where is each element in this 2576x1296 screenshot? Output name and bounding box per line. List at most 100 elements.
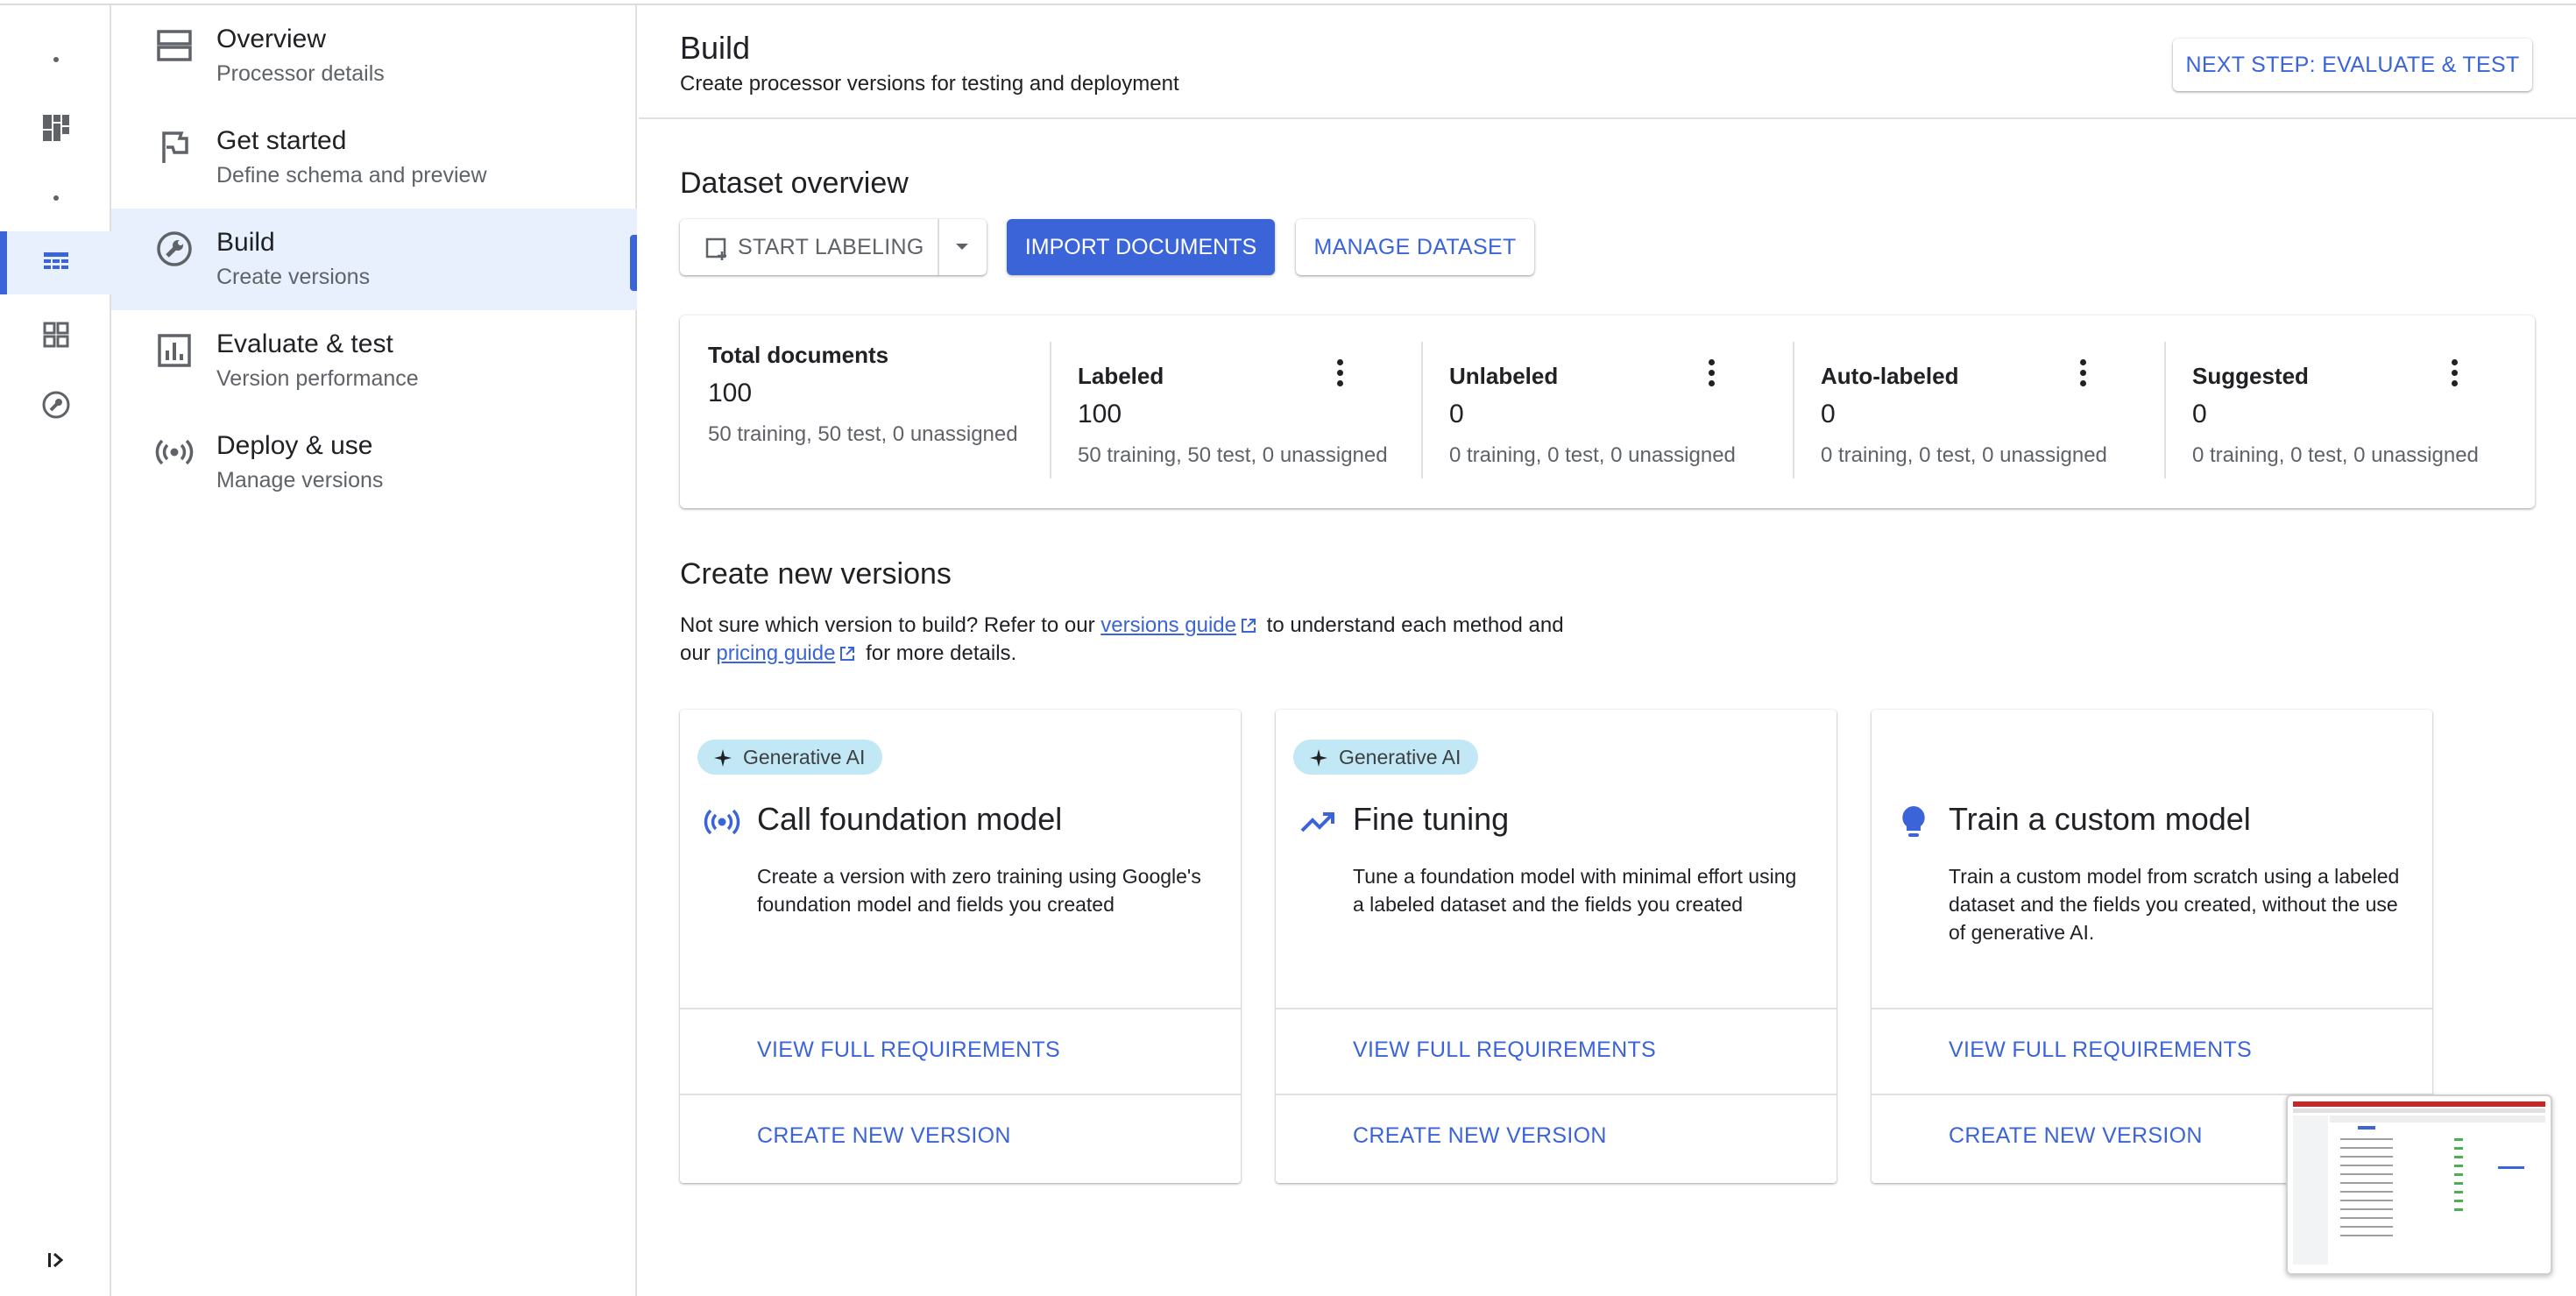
pricing-guide-link[interactable]: pricing guide xyxy=(716,641,835,665)
view-requirements-link[interactable]: VIEW FULL REQUIREMENTS xyxy=(1353,1038,1656,1063)
manage-dataset-button[interactable]: MANAGE DATASET xyxy=(1296,219,1534,275)
card-title: Fine tuning xyxy=(1353,801,1510,837)
dataset-stats-card: Total documents 100 50 training, 50 test… xyxy=(680,315,2535,508)
nav-item-title: Evaluate & test xyxy=(216,329,393,358)
stat-divider xyxy=(1050,342,1051,478)
versions-guide-link[interactable]: versions guide xyxy=(1100,613,1236,637)
stat-label: Suggested xyxy=(2192,363,2309,389)
generative-ai-chip: Generative AI xyxy=(697,740,883,775)
create-version-link[interactable]: CREATE NEW VERSION xyxy=(1949,1123,2203,1149)
lightbulb-icon xyxy=(1902,806,1925,837)
card-title: Train a custom model xyxy=(1949,801,2251,837)
card-description: Train a custom model from scratch using … xyxy=(1949,865,2400,944)
nav-item-build[interactable]: Build Create versions xyxy=(111,209,637,310)
stat-label: Total documents xyxy=(708,342,889,368)
flag-icon xyxy=(162,131,188,163)
page-subtitle: Create processor versions for testing an… xyxy=(680,72,1179,96)
table-icon[interactable] xyxy=(0,231,111,294)
more-vert-icon[interactable] xyxy=(1337,359,1344,386)
stat-auto-labeled: Auto-labeled 0 0 training, 0 test, 0 una… xyxy=(1821,342,2162,478)
desc-text: for more details. xyxy=(860,641,1017,665)
stat-detail: 50 training, 50 test, 0 unassigned xyxy=(708,422,1018,446)
stat-detail: 0 training, 0 test, 0 unassigned xyxy=(1821,443,2107,467)
versions-description: Not sure which version to build? Refer t… xyxy=(680,612,1644,668)
sparkle-icon xyxy=(714,749,732,767)
nav-item-subtitle: Processor details xyxy=(216,61,385,86)
broadcast-icon xyxy=(704,809,740,835)
page-header: Build Create processor versions for test… xyxy=(639,5,2576,119)
stat-label: Auto-labeled xyxy=(1821,363,1959,389)
stat-detail: 50 training, 50 test, 0 unassigned xyxy=(1078,443,1388,467)
start-labeling-button[interactable]: START LABELING xyxy=(738,235,924,260)
import-documents-button[interactable]: IMPORT DOCUMENTS xyxy=(1007,219,1275,275)
stat-unlabeled: Unlabeled 0 0 training, 0 test, 0 unassi… xyxy=(1449,342,1791,478)
stat-value: 0 xyxy=(1449,400,1464,428)
create-version-link[interactable]: CREATE NEW VERSION xyxy=(757,1123,1011,1149)
desc-text: our xyxy=(680,641,717,665)
rail-dot-1[interactable] xyxy=(0,28,111,91)
start-labeling-split-button: START LABELING xyxy=(680,219,987,275)
stat-divider xyxy=(1793,342,1794,478)
nav-item-title: Get started xyxy=(216,126,347,155)
divider xyxy=(1276,1008,1836,1009)
divider xyxy=(1872,1008,2432,1009)
more-vert-icon[interactable] xyxy=(2080,359,2087,386)
nav-item-title: Deploy & use xyxy=(216,431,373,460)
desc-text: to understand each method and xyxy=(1261,613,1564,637)
stat-divider xyxy=(2164,342,2166,478)
nav-item-title: Overview xyxy=(216,25,327,53)
stat-detail: 0 training, 0 test, 0 unassigned xyxy=(2192,443,2479,467)
stat-detail: 0 training, 0 test, 0 unassigned xyxy=(1449,443,1736,467)
divider xyxy=(680,1008,1241,1009)
chart-icon xyxy=(158,334,191,367)
nav-item-get-started[interactable]: Get started Define schema and preview xyxy=(111,107,637,209)
nav-item-overview[interactable]: Overview Processor details xyxy=(111,5,637,107)
rail-dot-2[interactable] xyxy=(0,166,111,230)
stat-total: Total documents 100 50 training, 50 test… xyxy=(708,342,1050,478)
stat-label: Unlabeled xyxy=(1449,363,1559,389)
nav-item-subtitle: Manage versions xyxy=(216,468,384,492)
build-icon xyxy=(157,231,192,266)
stat-suggested: Suggested 0 0 training, 0 test, 0 unassi… xyxy=(2192,342,2534,478)
split-divider xyxy=(938,219,939,275)
more-vert-icon[interactable] xyxy=(2452,359,2459,386)
next-step-button[interactable]: NEXT STEP: EVALUATE & TEST xyxy=(2173,39,2532,91)
sparkle-icon xyxy=(1310,749,1327,767)
stat-value: 100 xyxy=(1078,400,1122,428)
stat-labeled: Labeled 100 50 training, 50 test, 0 unas… xyxy=(1078,342,1419,478)
icon-rail xyxy=(0,5,111,1296)
expand-rail-icon[interactable] xyxy=(0,1229,111,1292)
page-title: Build xyxy=(680,30,751,66)
overview-icon xyxy=(157,30,192,61)
view-requirements-link[interactable]: VIEW FULL REQUIREMENTS xyxy=(757,1038,1060,1063)
card-title: Call foundation model xyxy=(757,801,1063,837)
stat-value: 0 xyxy=(1821,400,1836,428)
nav-item-subtitle: Version performance xyxy=(216,366,419,391)
card-description: Create a version with zero training usin… xyxy=(757,865,1201,916)
nav-item-subtitle: Define schema and preview xyxy=(216,163,487,188)
grid-icon[interactable] xyxy=(0,303,111,366)
open-in-new-icon xyxy=(1242,619,1256,633)
divider xyxy=(1276,1094,1836,1095)
create-versions-heading: Create new versions xyxy=(680,557,952,591)
dashboard-icon[interactable] xyxy=(0,96,111,159)
version-card-fine-tuning: Generative AI Fine tuning Tune a foundat… xyxy=(1276,710,1836,1183)
view-requirements-link[interactable]: VIEW FULL REQUIREMENTS xyxy=(1949,1038,2252,1063)
chip-label: Generative AI xyxy=(1339,745,1461,768)
more-vert-icon[interactable] xyxy=(1709,359,1716,386)
chip-label: Generative AI xyxy=(743,745,866,768)
screenshot-thumbnail[interactable] xyxy=(2286,1094,2552,1275)
nav-item-evaluate[interactable]: Evaluate & test Version performance xyxy=(111,310,637,412)
broadcast-icon xyxy=(155,439,194,465)
dropdown-arrow-icon[interactable] xyxy=(953,242,971,252)
processor-nav: Overview Processor details Get started D… xyxy=(111,5,637,1296)
create-version-link[interactable]: CREATE NEW VERSION xyxy=(1353,1123,1607,1149)
divider xyxy=(680,1094,1241,1095)
stat-value: 100 xyxy=(708,379,753,407)
add-box-icon xyxy=(705,237,726,260)
nav-item-deploy[interactable]: Deploy & use Manage versions xyxy=(111,412,637,513)
wrench-icon[interactable] xyxy=(0,373,111,436)
open-in-new-icon xyxy=(840,647,855,661)
stat-value: 0 xyxy=(2192,400,2207,428)
nav-item-subtitle: Create versions xyxy=(216,265,371,289)
